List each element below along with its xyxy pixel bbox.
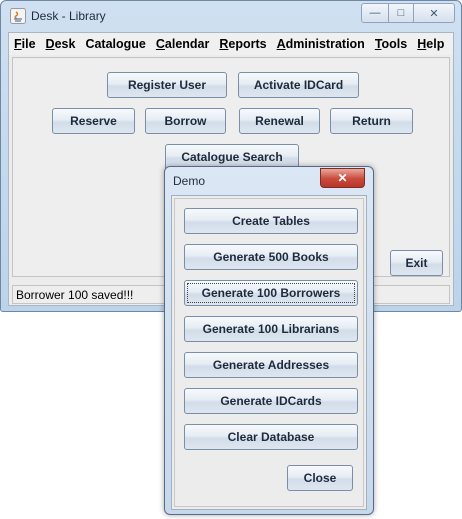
title-bar[interactable]: Desk - Library — □ ✕	[1, 1, 461, 31]
menu-tools[interactable]: Tools	[370, 37, 412, 51]
close-button[interactable]: ✕	[414, 3, 455, 23]
dialog-panel: Create Tables Generate 500 Books Generat…	[174, 198, 364, 507]
menu-file[interactable]: File	[9, 37, 41, 51]
menu-help[interactable]: Help	[412, 37, 449, 51]
generate-borrowers-button[interactable]: Generate 100 Borrowers	[184, 280, 358, 306]
create-tables-button[interactable]: Create Tables	[184, 208, 358, 234]
register-user-button[interactable]: Register User	[107, 72, 227, 98]
dialog-title: Demo	[173, 174, 206, 188]
demo-dialog: Demo ✕ Create Tables Generate 500 Books …	[164, 166, 374, 515]
renewal-button[interactable]: Renewal	[239, 108, 320, 134]
clear-database-button[interactable]: Clear Database	[184, 424, 358, 450]
window-title: Desk - Library	[31, 9, 106, 23]
borrow-button[interactable]: Borrow	[145, 108, 226, 134]
menu-reports[interactable]: Reports	[214, 37, 271, 51]
exit-button[interactable]: Exit	[390, 250, 443, 276]
menu-administration[interactable]: Administration	[272, 37, 370, 51]
close-icon: ✕	[337, 171, 348, 185]
menu-bar: File Desk Catalogue Calendar Reports Adm…	[9, 33, 453, 55]
generate-books-button[interactable]: Generate 500 Books	[184, 244, 358, 270]
activate-idcard-button[interactable]: Activate IDCard	[238, 72, 359, 98]
generate-addresses-button[interactable]: Generate Addresses	[184, 352, 358, 378]
menu-calendar[interactable]: Calendar	[151, 37, 215, 51]
close-icon: ✕	[429, 7, 439, 20]
java-app-icon	[10, 8, 26, 24]
dialog-client: Create Tables Generate 500 Books Generat…	[171, 195, 367, 510]
reserve-button[interactable]: Reserve	[52, 108, 135, 134]
caption-buttons: — □ ✕	[361, 3, 455, 23]
minimize-button[interactable]: —	[361, 3, 389, 23]
dialog-close-button[interactable]: ✕	[320, 168, 365, 188]
maximize-button[interactable]: □	[389, 3, 414, 23]
generate-librarians-button[interactable]: Generate 100 Librarians	[184, 316, 358, 342]
menu-catalogue[interactable]: Catalogue	[80, 37, 150, 51]
menu-desk[interactable]: Desk	[41, 37, 81, 51]
minimize-icon: —	[369, 7, 381, 19]
return-button[interactable]: Return	[330, 108, 413, 134]
maximize-icon: □	[397, 7, 405, 19]
generate-idcards-button[interactable]: Generate IDCards	[184, 388, 358, 414]
dialog-close-action-button[interactable]: Close	[287, 465, 353, 491]
